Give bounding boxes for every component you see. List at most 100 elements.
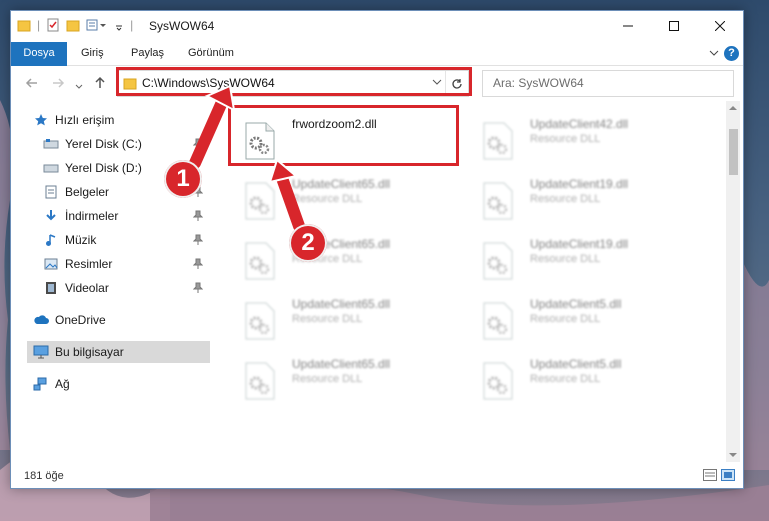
large-icons-view-icon[interactable] — [721, 469, 735, 481]
dll-file-icon — [483, 242, 513, 280]
pin-icon[interactable] — [193, 282, 203, 294]
drive-icon — [43, 136, 59, 152]
sidebar-item-label: Bu bilgisayar — [55, 345, 124, 359]
drive-icon — [43, 160, 59, 176]
sidebar-item-videos[interactable]: Videolar — [43, 277, 205, 299]
file-name: UpdateClient65.dll — [292, 357, 391, 371]
sidebar-item-quick-access[interactable]: Hızlı erişim — [33, 109, 227, 131]
file-item[interactable]: UpdateClient65.dll Resource DLL — [228, 171, 458, 229]
chevron-down-icon — [75, 84, 83, 89]
callout-2: 2 — [289, 224, 327, 262]
file-type: Resource DLL — [292, 373, 363, 385]
pin-icon[interactable] — [193, 258, 203, 270]
dll-file-icon — [245, 302, 275, 340]
up-arrow-icon — [95, 76, 105, 88]
close-icon — [715, 21, 725, 31]
maximize-icon — [669, 21, 679, 31]
folder-icon — [17, 20, 31, 32]
forward-button[interactable] — [51, 76, 65, 92]
dll-file-icon — [245, 362, 275, 400]
sidebar-item-pictures[interactable]: Resimler — [43, 253, 205, 275]
back-button[interactable] — [25, 76, 39, 92]
item-count: 181 öğe — [24, 470, 64, 482]
file-name: UpdateClient5.dll — [530, 297, 622, 311]
pin-icon[interactable] — [193, 234, 203, 246]
scroll-up-icon[interactable] — [729, 105, 737, 111]
file-item[interactable]: UpdateClient65.dll Resource DLL — [228, 291, 458, 349]
star-icon — [33, 112, 49, 128]
video-icon — [43, 280, 59, 296]
search-input[interactable]: Ara: SysWOW64 — [482, 70, 734, 97]
file-item[interactable]: UpdateClient42.dll Resource DLL — [466, 111, 696, 169]
close-button[interactable] — [697, 11, 743, 41]
sidebar-item-local-disk-c[interactable]: Yerel Disk (C:) — [43, 133, 205, 155]
forward-arrow-icon — [53, 78, 65, 88]
customize-toolbar-icon[interactable] — [86, 18, 108, 32]
title-bar: | | SysWOW64 — [11, 11, 743, 42]
file-item[interactable]: UpdateClient5.dll Resource DLL — [466, 291, 696, 349]
chevron-down-icon[interactable] — [114, 18, 124, 32]
scrollbar-thumb[interactable] — [729, 129, 738, 175]
sidebar-item-label: Resimler — [65, 257, 113, 271]
vertical-scrollbar[interactable] — [726, 101, 740, 462]
tab-gorunum[interactable]: Görünüm — [188, 42, 234, 65]
properties-icon[interactable] — [46, 18, 60, 32]
dll-file-icon — [245, 242, 275, 280]
status-bar: 181 öğe — [11, 464, 743, 488]
download-icon — [43, 208, 59, 224]
sidebar-item-label: Ağ — [55, 377, 70, 391]
file-item[interactable]: UpdateClient5.dll Resource DLL — [466, 351, 696, 409]
file-item[interactable]: UpdateClient19.dll Resource DLL — [466, 231, 696, 289]
recent-locations-button[interactable] — [75, 79, 83, 93]
up-button[interactable] — [93, 76, 107, 92]
file-name: UpdateClient42.dll — [530, 117, 629, 131]
minimize-icon — [623, 25, 633, 27]
scroll-down-icon[interactable] — [729, 452, 737, 458]
file-name: UpdateClient19.dll — [530, 177, 629, 191]
sidebar-item-label: Yerel Disk (C:) — [65, 137, 142, 151]
quick-access-toolbar: | | — [17, 18, 133, 32]
sidebar-item-label: Hızlı erişim — [55, 113, 115, 127]
file-highlight-box — [228, 105, 459, 166]
sidebar-item-downloads[interactable]: İndirmeler — [43, 205, 205, 227]
sidebar-item-this-pc[interactable]: Bu bilgisayar — [27, 341, 210, 363]
details-view-icon[interactable] — [703, 469, 717, 481]
tab-paylas[interactable]: Paylaş — [131, 42, 164, 65]
help-button[interactable]: ? — [724, 46, 739, 61]
sidebar-item-label: Belgeler — [65, 185, 110, 199]
sidebar-item-onedrive[interactable]: OneDrive — [33, 309, 227, 331]
sidebar-item-network[interactable]: Ağ — [33, 373, 227, 395]
file-name: UpdateClient65.dll — [292, 177, 391, 191]
documents-icon — [43, 184, 59, 200]
cloud-icon — [33, 312, 49, 328]
dll-file-icon — [245, 182, 275, 220]
ribbon-tabs: Dosya Giriş Paylaş Görünüm ? — [11, 42, 743, 100]
file-type: Resource DLL — [292, 313, 363, 325]
pictures-icon — [43, 256, 59, 272]
file-item[interactable]: UpdateClient65.dll Resource DLL — [228, 351, 458, 409]
address-highlight-box — [116, 67, 472, 96]
file-type: Resource DLL — [530, 253, 601, 265]
sidebar-item-label: İndirmeler — [65, 209, 119, 223]
file-item[interactable]: UpdateClient65.dll Resource DLL — [228, 231, 458, 289]
file-type: Resource DLL — [530, 193, 601, 205]
search-placeholder: Ara: SysWOW64 — [493, 76, 584, 90]
dll-file-icon — [483, 302, 513, 340]
dll-file-icon — [483, 182, 513, 220]
dll-file-icon — [483, 122, 513, 160]
minimize-button[interactable] — [605, 11, 651, 41]
file-name: UpdateClient65.dll — [292, 297, 391, 311]
expand-ribbon-icon[interactable] — [709, 48, 719, 58]
maximize-button[interactable] — [651, 11, 697, 41]
pin-icon[interactable] — [193, 138, 203, 150]
window-title: SysWOW64 — [149, 19, 215, 33]
new-folder-icon[interactable] — [66, 18, 80, 32]
pin-icon[interactable] — [193, 210, 203, 222]
music-icon — [43, 232, 59, 248]
dll-file-icon — [483, 362, 513, 400]
file-item[interactable]: UpdateClient19.dll Resource DLL — [466, 171, 696, 229]
tab-giris[interactable]: Giriş — [81, 42, 104, 65]
callout-1: 1 — [164, 160, 202, 198]
sidebar-item-music[interactable]: Müzik — [43, 229, 205, 251]
toolbar-separator: | — [130, 18, 134, 32]
